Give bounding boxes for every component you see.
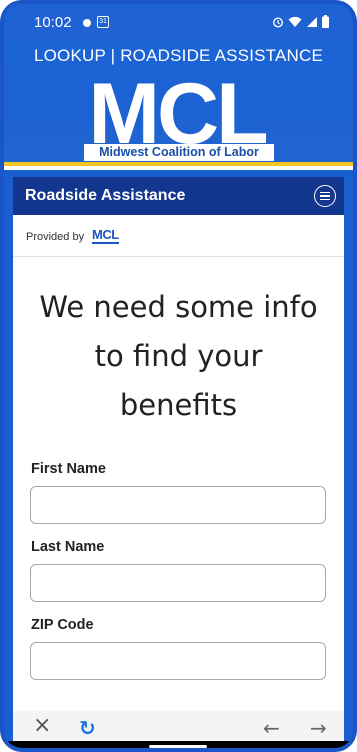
headline-line: We need some info	[39, 290, 318, 324]
main-content: Provided by MCL We need some info to fin…	[13, 215, 344, 711]
last-name-field[interactable]	[30, 564, 326, 602]
banner-title: LOOKUP | ROADSIDE ASSISTANCE	[33, 46, 324, 65]
zip-code-label: ZIP Code	[31, 617, 94, 633]
page-header: Roadside Assistance	[13, 177, 344, 215]
phone-screen: 10:02 31 LOOKUP | ROADSIDE ASSISTANCE MC…	[4, 4, 353, 748]
site-banner: LOOKUP | ROADSIDE ASSISTANCE MCL Midwest…	[4, 40, 353, 164]
phone-frame: 10:02 31 LOOKUP | ROADSIDE ASSISTANCE MC…	[0, 0, 357, 752]
zip-code-field[interactable]	[30, 642, 326, 680]
status-time: 10:02	[34, 14, 72, 31]
status-bar: 10:02 31	[4, 4, 353, 40]
provided-by-bar: Provided by MCL	[13, 215, 344, 257]
provider-logo: MCL	[92, 227, 119, 244]
home-handle[interactable]	[149, 745, 207, 748]
signal-icon	[306, 13, 318, 32]
headline: We need some info to find your benefits	[13, 283, 344, 430]
headline-line: to find your	[94, 339, 263, 373]
divider-stripe	[4, 166, 353, 170]
headline-line: benefits	[119, 388, 238, 422]
notification-dot-icon	[83, 19, 91, 27]
first-name-field[interactable]	[30, 486, 326, 524]
calendar-icon: 31	[97, 16, 109, 28]
provided-by-label: Provided by	[26, 231, 85, 243]
reload-icon[interactable]: ↻	[79, 718, 96, 738]
page-title: Roadside Assistance	[25, 187, 186, 204]
menu-icon[interactable]	[314, 185, 336, 207]
status-icons	[272, 13, 329, 32]
back-icon[interactable]: ←	[263, 718, 280, 738]
last-name-label: Last Name	[31, 539, 105, 555]
wifi-icon	[288, 13, 302, 32]
alarm-icon	[272, 13, 284, 32]
battery-icon	[322, 13, 329, 32]
logo-subtitle: Midwest Coalition of Labor	[84, 144, 274, 161]
close-icon[interactable]: ×	[33, 715, 51, 737]
first-name-label: First Name	[31, 461, 106, 477]
forward-icon[interactable]: →	[310, 718, 327, 738]
